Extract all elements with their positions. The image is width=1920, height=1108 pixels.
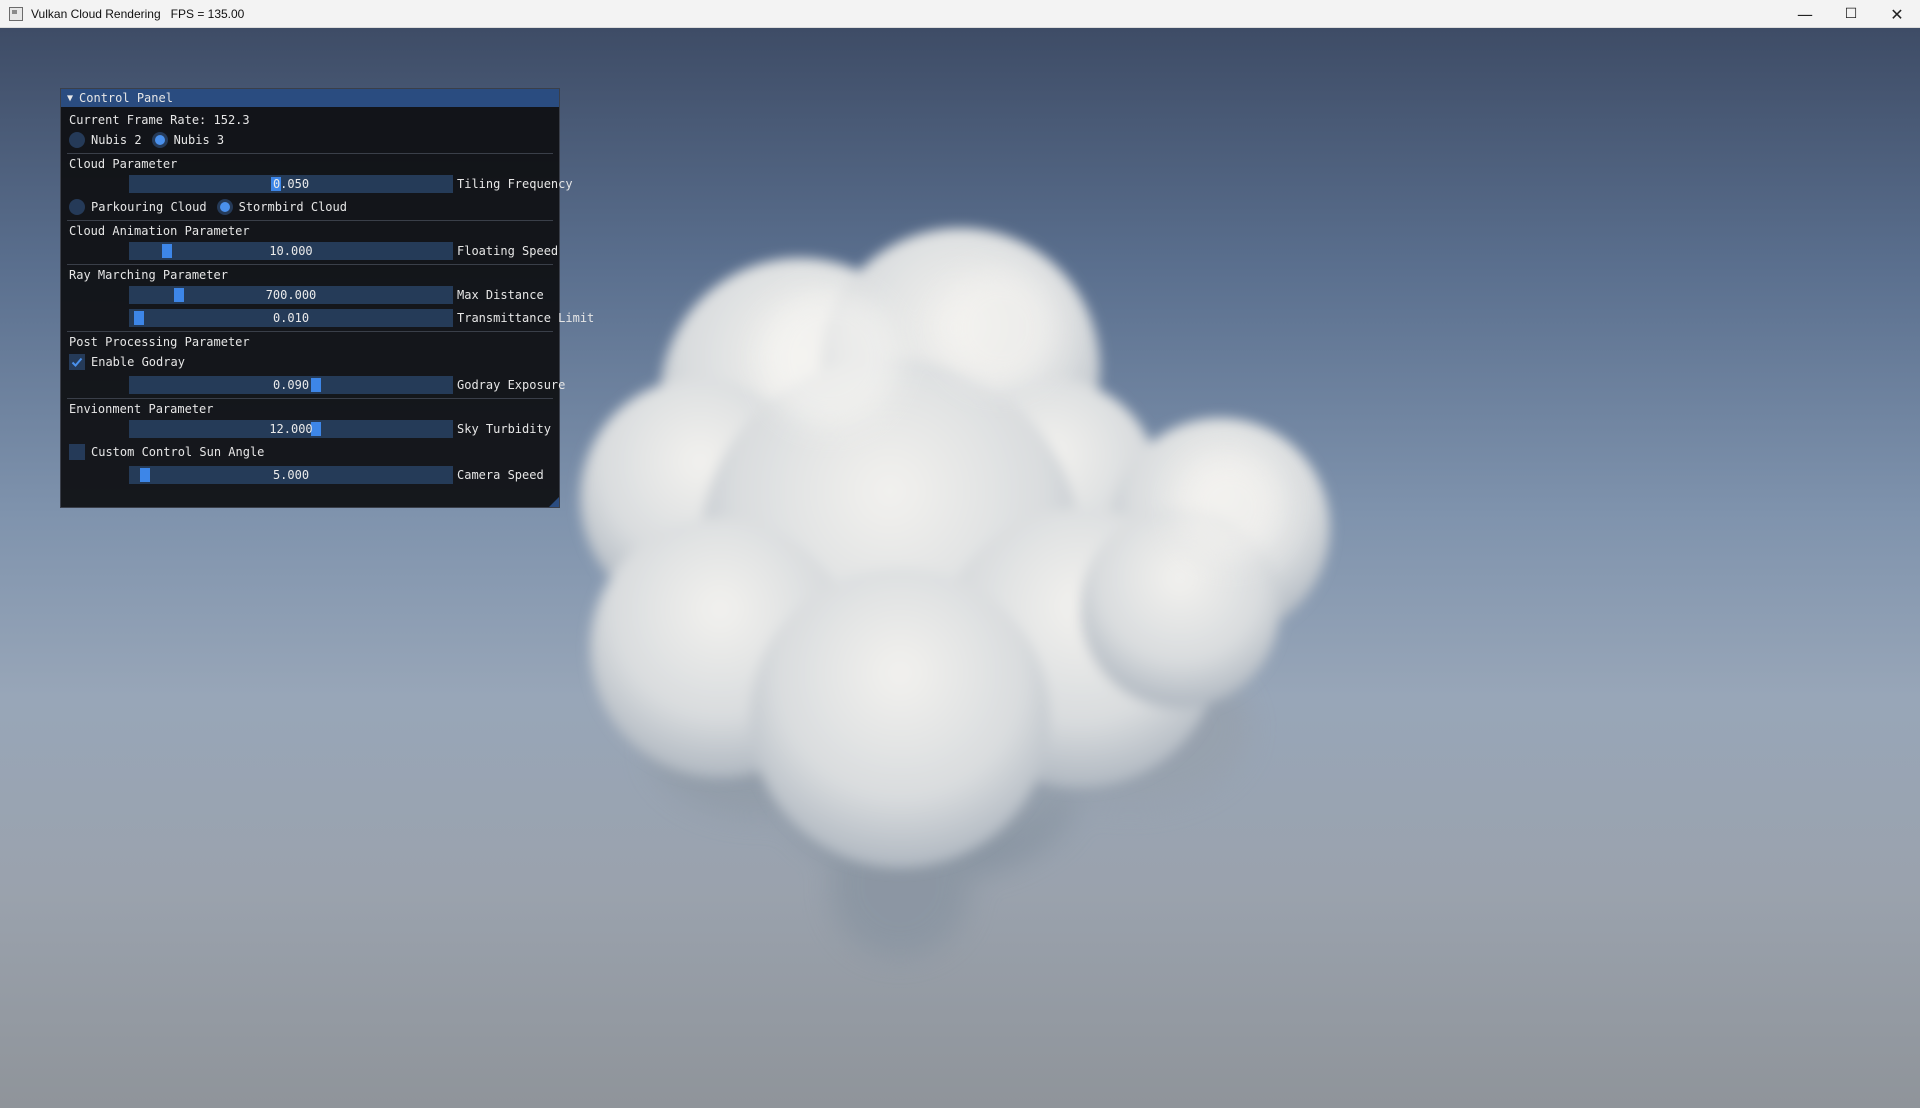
checkmark-icon (71, 357, 83, 367)
minimize-button[interactable]: — (1782, 0, 1828, 28)
floating-speed-slider[interactable]: 10.000 (129, 242, 453, 260)
max-distance-value: 700.000 (265, 288, 317, 302)
godray-exposure-slider[interactable]: 0.090 (129, 376, 453, 394)
camera-speed-slider[interactable]: 5.000 (129, 466, 453, 484)
frame-rate-row: Current Frame Rate: 152.3 (69, 111, 551, 129)
animation-section-row: Cloud Animation Parameter (69, 222, 551, 240)
sky-turbidity-value: 12.000 (269, 422, 313, 436)
frame-rate-text: Current Frame Rate: 152.3 (69, 113, 250, 127)
sky-turbidity-label: Sky Turbidity (457, 422, 551, 436)
radio-parkouring-circle[interactable] (69, 199, 85, 215)
camera-speed-value: 5.000 (272, 468, 310, 482)
sky-turbidity-slider[interactable]: 12.000 (129, 420, 453, 438)
window-controls: — ☐ ✕ (1782, 0, 1920, 28)
separator (67, 153, 553, 154)
maximize-button[interactable]: ☐ (1828, 0, 1874, 28)
tiling-frequency-slider[interactable]: 0.050 (129, 175, 453, 193)
environment-section-title: Envionment Parameter (69, 402, 214, 416)
custom-sun-checkbox[interactable] (69, 444, 85, 460)
transmittance-limit-slider[interactable]: 0.010 (129, 309, 453, 327)
cloud-section-row: Cloud Parameter (69, 155, 551, 173)
close-button[interactable]: ✕ (1874, 0, 1920, 28)
window-title: Vulkan Cloud Rendering FPS = 135.00 (31, 6, 245, 21)
max-distance-label: Max Distance (457, 288, 544, 302)
separator (67, 398, 553, 399)
window-titlebar: Vulkan Cloud Rendering FPS = 135.00 — ☐ … (0, 0, 1920, 28)
separator (67, 264, 553, 265)
post-section-row: Post Processing Parameter (69, 333, 551, 351)
separator (67, 220, 553, 221)
environment-section-row: Envionment Parameter (69, 400, 551, 418)
radio-stormbird-label: Stormbird Cloud (238, 200, 347, 214)
separator (67, 331, 553, 332)
radio-stormbird-circle[interactable] (216, 199, 233, 215)
floating-speed-value: 10.000 (269, 244, 313, 258)
cloud-section-title: Cloud Parameter (69, 157, 178, 171)
radio-nubis-3-circle[interactable] (151, 132, 168, 148)
animation-section-title: Cloud Animation Parameter (69, 224, 250, 238)
godray-exposure-value: 0.090 (272, 378, 310, 392)
enable-godray-checkbox[interactable] (69, 354, 85, 370)
camera-speed-label: Camera Speed (457, 468, 544, 482)
raymarch-section-title: Ray Marching Parameter (69, 268, 228, 282)
control-panel: ▼ Control Panel Current Frame Rate: 152.… (60, 88, 594, 508)
resize-grip[interactable] (549, 497, 559, 507)
radio-nubis-2-circle[interactable] (69, 132, 85, 148)
nubis-radio-row: Nubis 2 Nubis 3 (69, 131, 551, 149)
app-icon (9, 6, 23, 21)
radio-nubis-2-label: Nubis 2 (91, 133, 142, 147)
radio-stormbird-cloud[interactable]: Stormbird Cloud (216, 199, 347, 215)
floating-speed-label: Floating Speed (457, 244, 559, 258)
post-section-title: Post Processing Parameter (69, 335, 250, 349)
enable-godray-row[interactable]: Enable Godray (69, 353, 551, 371)
transmittance-limit-label: Transmittance Limit (457, 311, 595, 325)
tiling-frequency-value: 0.050 (272, 177, 310, 191)
radio-parkouring-label: Parkouring Cloud (91, 200, 207, 214)
tiling-frequency-label: Tiling Frequency (457, 177, 573, 191)
collapse-triangle-icon[interactable]: ▼ (67, 93, 73, 104)
raymarch-section-row: Ray Marching Parameter (69, 266, 551, 284)
enable-godray-label: Enable Godray (91, 355, 185, 369)
radio-nubis-3-label: Nubis 3 (173, 133, 225, 147)
cloud-type-radio-row: Parkouring Cloud Stormbird Cloud (69, 198, 551, 216)
godray-exposure-label: Godray Exposure (457, 378, 566, 392)
radio-nubis-2[interactable]: Nubis 2 (69, 132, 142, 148)
radio-parkouring-cloud[interactable]: Parkouring Cloud (69, 199, 207, 215)
radio-nubis-3[interactable]: Nubis 3 (151, 132, 225, 148)
custom-sun-row[interactable]: Custom Control Sun Angle (69, 443, 551, 461)
max-distance-slider[interactable]: 700.000 (129, 286, 453, 304)
transmittance-limit-value: 0.010 (272, 311, 310, 325)
control-panel-header[interactable]: ▼ Control Panel (61, 89, 559, 107)
custom-sun-label: Custom Control Sun Angle (91, 445, 265, 459)
control-panel-title: Control Panel (79, 91, 173, 105)
